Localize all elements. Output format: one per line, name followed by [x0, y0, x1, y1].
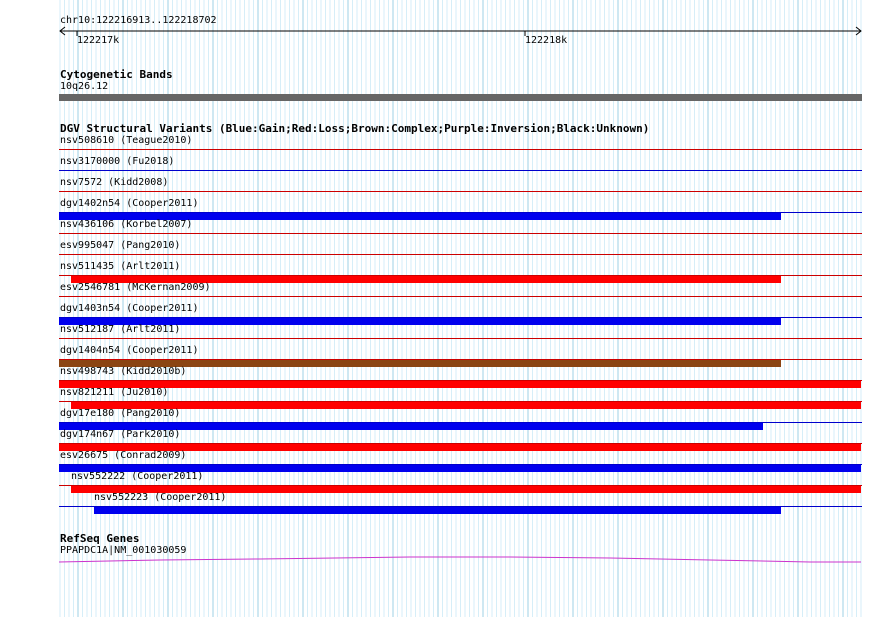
cytoband-bar[interactable] — [59, 94, 862, 101]
dgv-item-label[interactable]: esv26675 (Conrad2009) — [60, 450, 186, 462]
dgv-row-separator — [59, 254, 862, 255]
dgv-item-label[interactable]: esv995047 (Pang2010) — [60, 240, 180, 252]
dgv-item-label[interactable]: nsv3170000 (Fu2018) — [60, 156, 174, 168]
position-ruler[interactable] — [0, 24, 890, 46]
dgv-row-separator — [59, 170, 862, 171]
dgv-item-label[interactable]: nsv508610 (Teague2010) — [60, 135, 192, 147]
dgv-item-label[interactable]: dgv1402n54 (Cooper2011) — [60, 198, 198, 210]
dgv-row-separator — [59, 338, 862, 339]
dgv-item-label[interactable]: nsv552222 (Cooper2011) — [71, 471, 203, 483]
dgv-item-label[interactable]: dgv174n67 (Park2010) — [60, 429, 180, 441]
dgv-variant-bar[interactable] — [71, 402, 861, 409]
dgv-item-label[interactable]: dgv1404n54 (Cooper2011) — [60, 345, 198, 357]
dgv-item-label[interactable]: dgv17e180 (Pang2010) — [60, 408, 180, 420]
dgv-item-label[interactable]: nsv7572 (Kidd2008) — [60, 177, 168, 189]
refseq-gene-feature[interactable] — [0, 552, 890, 568]
ruler-tick-label-2: 122218k — [525, 35, 568, 46]
ruler-tick-label-1: 122217k — [77, 35, 120, 46]
dgv-variant-bar[interactable] — [94, 507, 781, 514]
refseq-track-title[interactable]: RefSeq Genes — [60, 532, 139, 545]
cytoband-label: 10q26.12 — [60, 81, 109, 92]
dgv-item-label[interactable]: nsv512187 (Arlt2011) — [60, 324, 180, 336]
dgv-row-separator — [59, 149, 862, 150]
dgv-row-separator — [59, 296, 862, 297]
dgv-item-label[interactable]: dgv1403n54 (Cooper2011) — [60, 303, 198, 315]
refseq-gene-line — [58, 556, 861, 563]
dgv-row-separator — [59, 233, 862, 234]
dgv-track-title[interactable]: DGV Structural Variants (Blue:Gain;Red:L… — [60, 122, 649, 135]
dgv-item-label[interactable]: esv2546781 (McKernan2009) — [60, 282, 211, 294]
dgv-item-label[interactable]: nsv436106 (Korbel2007) — [60, 219, 192, 231]
dgv-row-separator — [59, 191, 862, 192]
dgv-item-label[interactable]: nsv498743 (Kidd2010b) — [60, 366, 186, 378]
dgv-item-label[interactable]: nsv552223 (Cooper2011) — [94, 492, 226, 504]
dgv-item-label[interactable]: nsv821211 (Ju2010) — [60, 387, 168, 399]
dgv-variant-bar[interactable] — [59, 381, 861, 388]
dgv-item-label[interactable]: nsv511435 (Arlt2011) — [60, 261, 180, 273]
cytobands-track-title[interactable]: Cytogenetic Bands — [60, 68, 173, 81]
